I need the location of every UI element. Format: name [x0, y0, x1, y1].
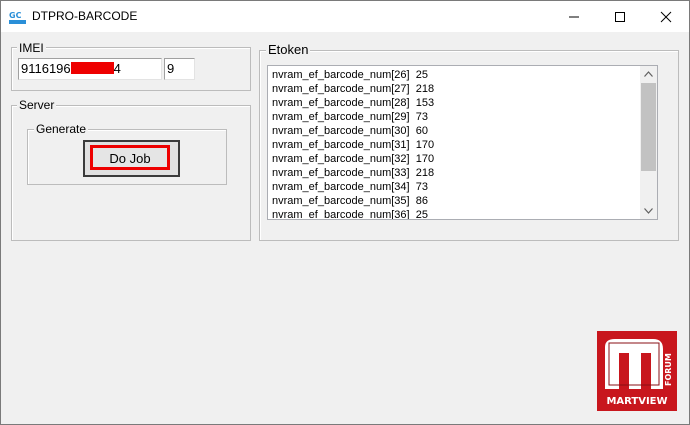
imei-group-label: IMEI: [17, 41, 46, 55]
list-item[interactable]: nvram_ef_barcode_num[32] 170: [272, 152, 434, 166]
imei-check-digit-input[interactable]: 9: [164, 58, 195, 80]
list-item-value: 218: [415, 83, 435, 95]
list-item[interactable]: nvram_ef_barcode_num[30] 60: [272, 124, 428, 138]
imei-check-digit: 9: [167, 61, 175, 76]
martview-logo-icon: MARTVIEW FORUM: [597, 331, 677, 411]
list-item[interactable]: nvram_ef_barcode_num[28] 153: [272, 96, 434, 110]
list-item-value: 60: [415, 125, 428, 137]
list-item-name: nvram_ef_barcode_num[31]: [272, 139, 410, 151]
list-item-value: 86: [415, 195, 428, 207]
list-item-value: 73: [415, 111, 428, 123]
list-item-value: 170: [415, 139, 435, 151]
scrollbar-thumb[interactable]: [641, 83, 656, 171]
etoken-group-label: Etoken: [266, 42, 311, 57]
logo-sub-text: FORUM: [664, 353, 673, 386]
list-item-value: 153: [415, 97, 435, 109]
martview-forum-logo: MARTVIEW FORUM: [597, 331, 677, 411]
close-icon: [660, 11, 672, 23]
list-item[interactable]: nvram_ef_barcode_num[35] 86: [272, 194, 428, 208]
close-button[interactable]: [643, 1, 689, 32]
generate-group-label: Generate: [34, 122, 89, 136]
minimize-icon: [569, 16, 579, 18]
list-item-name: nvram_ef_barcode_num[36]: [272, 209, 410, 220]
do-job-label: Do Job: [109, 151, 151, 166]
imei-value-suffix: 4: [113, 61, 121, 76]
window-title: DTPRO-BARCODE: [32, 9, 138, 23]
gc-app-icon: GC: [9, 11, 26, 24]
list-item-value: 25: [415, 209, 428, 220]
list-item-name: nvram_ef_barcode_num[33]: [272, 167, 410, 179]
listbox-scrollbar[interactable]: [640, 66, 657, 219]
list-item-value: 73: [415, 181, 428, 193]
list-item-name: nvram_ef_barcode_num[27]: [272, 83, 410, 95]
do-job-highlight: Do Job: [90, 145, 170, 170]
list-item[interactable]: nvram_ef_barcode_num[34] 73: [272, 180, 428, 194]
scroll-down-icon[interactable]: [644, 208, 653, 214]
list-item-name: nvram_ef_barcode_num[28]: [272, 97, 410, 109]
minimize-button[interactable]: [551, 1, 597, 32]
scroll-up-icon[interactable]: [644, 71, 653, 77]
maximize-button[interactable]: [597, 1, 643, 32]
app-window: GC DTPRO-BARCODE IMEI 9116196 4 9 Server …: [0, 0, 690, 425]
logo-brand-text: MARTVIEW: [606, 396, 667, 407]
svg-text:GC: GC: [9, 11, 22, 20]
list-item[interactable]: nvram_ef_barcode_num[33] 218: [272, 166, 434, 180]
list-item-name: nvram_ef_barcode_num[34]: [272, 181, 410, 193]
etoken-listbox[interactable]: nvram_ef_barcode_num[26] 25 nvram_ef_bar…: [267, 65, 658, 220]
list-item[interactable]: nvram_ef_barcode_num[36] 25: [272, 208, 428, 220]
list-item-value: 170: [415, 153, 435, 165]
do-job-button[interactable]: Do Job: [83, 140, 180, 177]
imei-value-prefix: 9116196: [21, 61, 71, 76]
list-item-name: nvram_ef_barcode_num[29]: [272, 111, 410, 123]
list-item[interactable]: nvram_ef_barcode_num[26] 25: [272, 68, 428, 82]
imei-redaction: [70, 62, 114, 74]
title-bar[interactable]: GC DTPRO-BARCODE: [1, 1, 689, 32]
imei-input[interactable]: 9116196 4: [18, 58, 162, 80]
list-item-value: 218: [415, 167, 435, 179]
list-item-name: nvram_ef_barcode_num[35]: [272, 195, 410, 207]
list-item-name: nvram_ef_barcode_num[26]: [272, 69, 410, 81]
list-item[interactable]: nvram_ef_barcode_num[27] 218: [272, 82, 434, 96]
list-item[interactable]: nvram_ef_barcode_num[29] 73: [272, 110, 428, 124]
list-item-name: nvram_ef_barcode_num[32]: [272, 153, 410, 165]
server-group-label: Server: [17, 98, 57, 112]
list-item[interactable]: nvram_ef_barcode_num[31] 170: [272, 138, 434, 152]
list-item-name: nvram_ef_barcode_num[30]: [272, 125, 410, 137]
list-item-value: 25: [415, 69, 428, 81]
maximize-icon: [615, 12, 625, 22]
